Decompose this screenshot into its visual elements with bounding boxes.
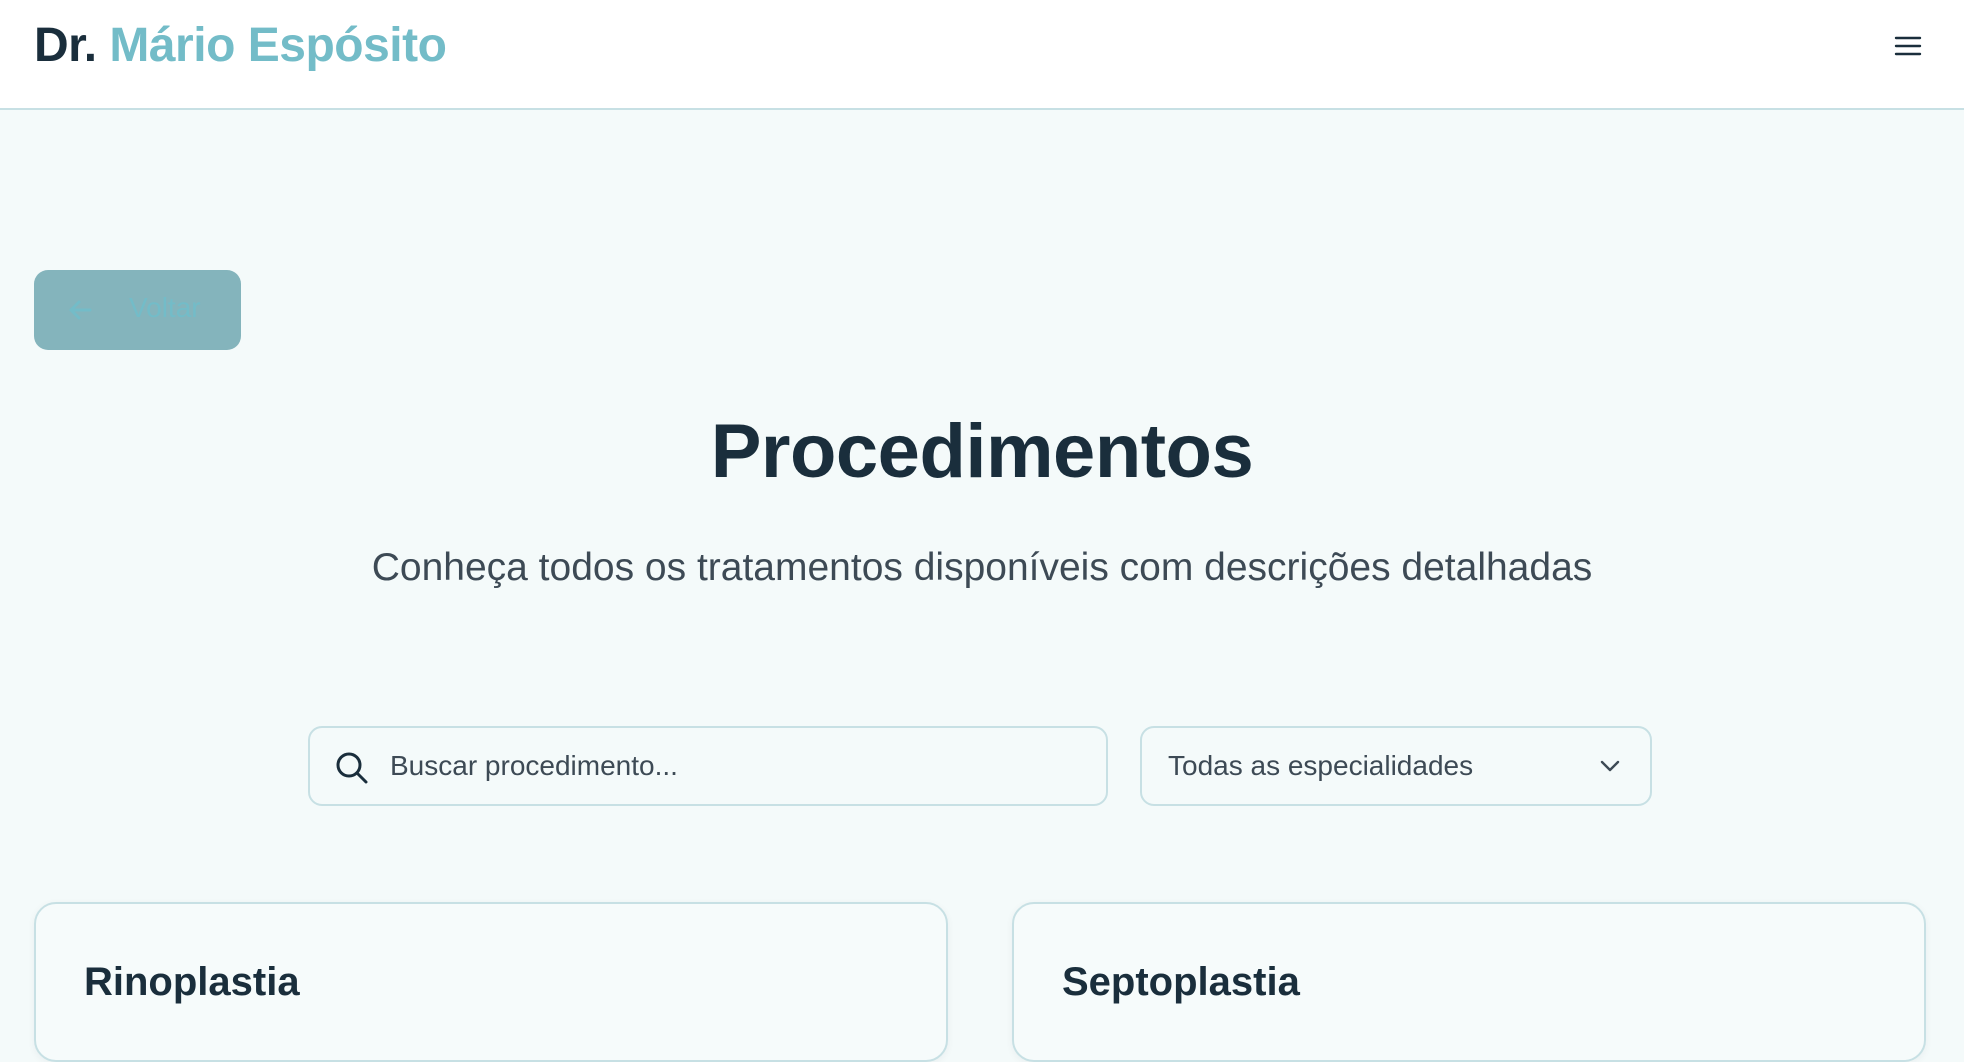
- back-button[interactable]: Voltar: [34, 270, 241, 350]
- brand-prefix: Dr.: [34, 19, 97, 72]
- brand-logo[interactable]: Dr. Mário Espósito: [34, 18, 447, 73]
- chevron-down-icon: [1600, 760, 1620, 772]
- search-icon: [336, 752, 368, 784]
- arrow-left-icon: [69, 300, 92, 320]
- page-title: Procedimentos: [710, 409, 1254, 494]
- procedure-card[interactable]: Septoplastia: [1012, 902, 1926, 1062]
- search-input[interactable]: [390, 728, 1090, 804]
- procedure-card[interactable]: Rinoplastia: [34, 902, 948, 1062]
- top-navbar: Dr. Mário Espósito: [0, 0, 1964, 110]
- brand-name: Mário Espósito: [109, 19, 447, 72]
- search-field[interactable]: [308, 726, 1108, 806]
- specialty-select-value: Todas as especialidades: [1168, 750, 1474, 781]
- specialty-select[interactable]: Todas as especialidades: [1140, 726, 1652, 806]
- back-button-label: Voltar: [129, 292, 201, 323]
- hamburger-menu-icon: [1894, 36, 1922, 56]
- procedure-card-title: Septoplastia: [1062, 960, 1300, 1004]
- menu-button[interactable]: [1878, 22, 1938, 70]
- page-subtitle: Conheça todos os tratamentos disponíveis…: [371, 546, 1593, 589]
- procedure-card-title: Rinoplastia: [84, 960, 300, 1004]
